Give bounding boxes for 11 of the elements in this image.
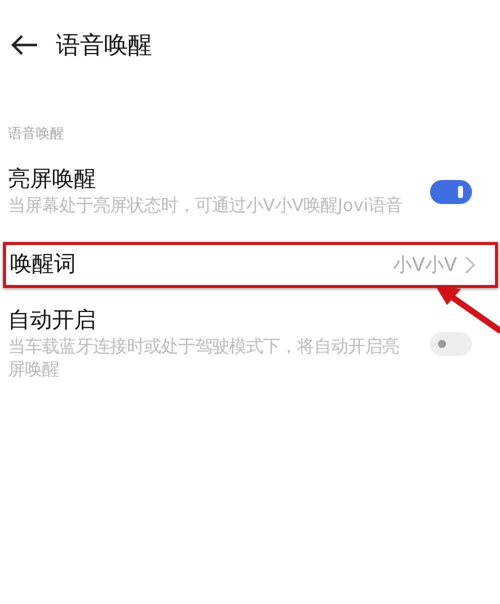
toggle-switch[interactable] — [430, 180, 472, 204]
setting-value: 小V小V — [393, 253, 457, 278]
setting-title: 亮屏唤醒 — [8, 166, 97, 194]
chevron-icon — [465, 256, 475, 274]
setting-description: 当屏幕处于亮屏状态时，可通过小V小V唤醒Jovi语音 — [8, 195, 404, 218]
setting-title: 唤醒词 — [10, 251, 76, 279]
setting-description: 当车载蓝牙连接时或处于驾驶模式下，将自动开启亮屏唤醒 — [8, 336, 400, 382]
page-title: 语音唤醒 — [56, 30, 152, 61]
section-label: 语音唤醒 — [8, 125, 65, 143]
toggle-switch[interactable] — [430, 332, 472, 356]
setting-title: 自动开启 — [8, 307, 97, 335]
